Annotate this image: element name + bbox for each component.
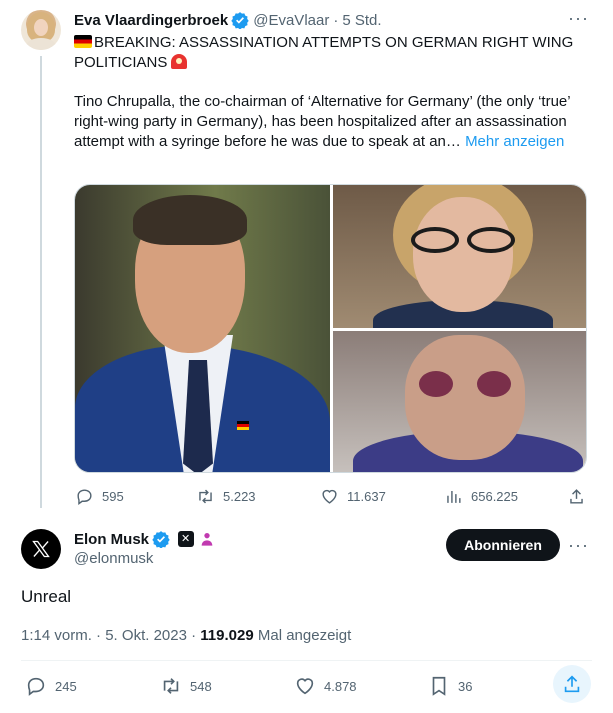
like-button[interactable]: 11.637	[320, 487, 386, 506]
parent-tweet-body: Tino Chrupalla, the co-chairman of ‘Alte…	[74, 92, 574, 152]
share-button[interactable]	[553, 665, 591, 703]
reply-icon	[77, 489, 92, 506]
divider	[21, 660, 592, 661]
photo-injured-man[interactable]	[333, 331, 586, 472]
reply-button[interactable]: 595	[75, 487, 124, 506]
parent-tweet-header: Eva Vlaardingerbroek @EvaVlaar · 5 Std.	[74, 11, 382, 29]
reply-button[interactable]: 245	[25, 675, 77, 697]
follow-button[interactable]: Abonnieren	[446, 529, 560, 561]
headline-text: BREAKING: ASSASSINATION ATTEMPTS ON GERM…	[74, 34, 574, 71]
separator-dot: ·	[96, 627, 102, 644]
thread-connector-line	[40, 56, 42, 508]
views-icon	[447, 490, 461, 503]
separator-dot: ·	[191, 627, 197, 644]
verified-badge-icon[interactable]	[152, 530, 170, 548]
main-author-row: Elon Musk	[74, 530, 215, 548]
like-button[interactable]: 4.878	[294, 675, 357, 697]
verified-badge-icon[interactable]	[231, 11, 249, 29]
x-affiliate-badge-icon[interactable]	[178, 531, 195, 547]
reply-icon	[27, 677, 45, 696]
repost-icon	[163, 678, 179, 694]
author-name[interactable]: Eva Vlaardingerbroek	[74, 12, 228, 29]
like-icon	[322, 489, 337, 504]
photo-politician-suit[interactable]	[75, 185, 330, 472]
repost-icon	[199, 489, 212, 504]
parent-tweet-headline: BREAKING: ASSASSINATION ATTEMPTS ON GERM…	[74, 33, 574, 73]
show-more-link[interactable]: Mehr anzeigen	[465, 133, 564, 150]
tweet-time[interactable]: 5 Std.	[342, 12, 381, 29]
tweet-time[interactable]: 1:14 vorm.	[21, 627, 92, 644]
more-icon[interactable]: ···	[568, 535, 589, 556]
share-icon	[570, 489, 583, 504]
more-icon[interactable]: ···	[568, 8, 589, 29]
tweet-meta: 1:14 vorm. · 5. Okt. 2023 · 119.029 Mal …	[21, 627, 351, 644]
main-tweet-text: Unreal	[21, 587, 72, 606]
avatar[interactable]	[21, 10, 61, 50]
share-icon	[564, 675, 580, 693]
views-label: Mal angezeigt	[257, 627, 352, 644]
views-count: 119.029	[200, 627, 254, 644]
media-grid	[74, 184, 587, 473]
author-handle[interactable]: @EvaVlaar	[253, 12, 329, 29]
germany-flag-icon	[74, 35, 92, 48]
siren-icon	[171, 54, 188, 69]
repost-button[interactable]: 5.223	[196, 487, 256, 506]
views-button[interactable]: 656.225	[444, 487, 518, 506]
avatar[interactable]	[21, 529, 61, 569]
tweet-date[interactable]: 5. Okt. 2023	[105, 627, 187, 644]
bookmark-button[interactable]: 36	[428, 675, 472, 697]
photo-woman-glasses[interactable]	[333, 185, 586, 328]
like-icon	[296, 678, 314, 695]
author-handle[interactable]: @elonmusk	[74, 550, 153, 567]
repost-button[interactable]: 548	[160, 675, 212, 697]
separator-dot: ·	[333, 11, 339, 29]
share-button[interactable]	[567, 487, 586, 506]
bookmark-icon	[432, 676, 446, 696]
author-name[interactable]: Elon Musk	[74, 531, 149, 548]
x-logo-icon	[32, 540, 50, 558]
government-badge-icon[interactable]	[199, 531, 215, 547]
